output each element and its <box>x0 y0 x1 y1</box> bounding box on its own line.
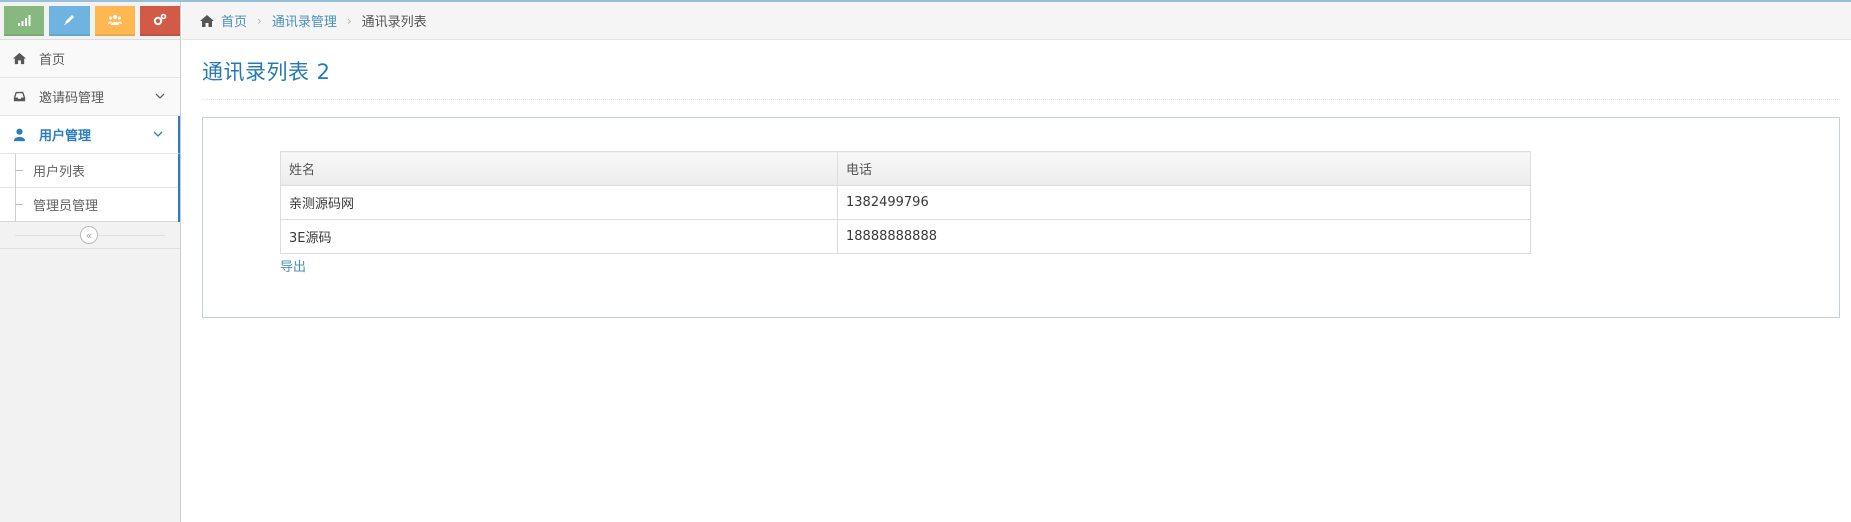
sidebar-collapse-button[interactable]: « <box>80 226 98 244</box>
pencil-icon <box>64 15 75 25</box>
chevron-down-icon <box>155 93 165 99</box>
cell-name: 亲测源码网 <box>280 185 838 220</box>
submenu-item-admin-management[interactable]: 管理员管理 <box>0 188 178 222</box>
sidebar-shortcuts <box>0 2 180 40</box>
inbox-icon <box>11 89 27 105</box>
double-angle-left-icon: « <box>85 228 93 242</box>
contacts-table: 姓名 电话 亲测源码网 1382499796 3E源码 18888888888 <box>280 151 1531 254</box>
breadcrumb: 首页 › 通讯录管理 › 通讯录列表 <box>182 2 1851 40</box>
breadcrumb-home-link[interactable]: 首页 <box>221 11 247 30</box>
submenu-guide-line <box>15 154 16 188</box>
submenu-item-label: 管理员管理 <box>33 199 99 214</box>
breadcrumb-separator-icon: › <box>257 13 262 28</box>
sidebar: 首页 邀请码管理 用户管理 用户列表 管理员管理 « <box>0 2 181 522</box>
sidebar-item-label: 用户管理 <box>39 129 92 144</box>
user-icon <box>11 127 27 143</box>
table-row: 3E源码 18888888888 <box>280 219 1531 254</box>
table-row: 亲测源码网 1382499796 <box>280 185 1531 220</box>
export-link[interactable]: 导出 <box>280 256 306 275</box>
sidebar-item-invite-codes[interactable]: 邀请码管理 <box>0 78 180 116</box>
submenu-item-user-list[interactable]: 用户列表 <box>0 154 178 188</box>
breadcrumb-separator-icon: › <box>346 13 352 28</box>
sidebar-item-label: 首页 <box>39 53 66 68</box>
sidebar-item-user-management[interactable]: 用户管理 <box>0 116 180 154</box>
breadcrumb-current: 通讯录列表 <box>361 15 427 30</box>
page-header: 通讯录列表 2 <box>202 57 1840 100</box>
column-header-phone: 电话 <box>837 151 1531 186</box>
home-icon <box>11 51 27 67</box>
cell-phone: 18888888888 <box>837 219 1531 254</box>
content-panel: 姓名 电话 亲测源码网 1382499796 3E源码 18888888888 … <box>202 117 1840 318</box>
shortcut-group-button[interactable] <box>94 6 135 36</box>
table-header-row: 姓名 电话 <box>280 151 1531 186</box>
submenu-item-label: 用户列表 <box>33 165 86 180</box>
signal-icon <box>18 15 31 26</box>
shortcut-cogs-button[interactable] <box>139 6 180 36</box>
page-title: 通讯录列表 2 <box>202 60 331 84</box>
app-window: 首页 邀请码管理 用户管理 用户列表 管理员管理 « 首页 › 通讯录管理 › … <box>0 0 1851 522</box>
breadcrumb-section-link[interactable]: 通讯录管理 <box>272 11 337 30</box>
sidebar-item-label: 邀请码管理 <box>39 91 105 106</box>
sidebar-collapse-bar: « <box>0 222 180 249</box>
sidebar-submenu: 用户列表 管理员管理 <box>0 154 180 222</box>
home-icon <box>200 14 214 27</box>
shortcut-signal-button[interactable] <box>4 6 45 36</box>
cell-phone: 1382499796 <box>837 185 1531 220</box>
submenu-tick <box>15 204 23 205</box>
sidebar-item-home[interactable]: 首页 <box>0 40 180 78</box>
cell-name: 3E源码 <box>280 219 838 254</box>
submenu-guide-line <box>15 188 16 222</box>
cogs-icon <box>153 13 167 26</box>
shortcut-pencil-button[interactable] <box>49 6 90 36</box>
chevron-down-icon <box>153 131 163 137</box>
group-icon <box>107 14 122 25</box>
column-header-name: 姓名 <box>280 151 838 186</box>
submenu-tick <box>15 170 23 171</box>
